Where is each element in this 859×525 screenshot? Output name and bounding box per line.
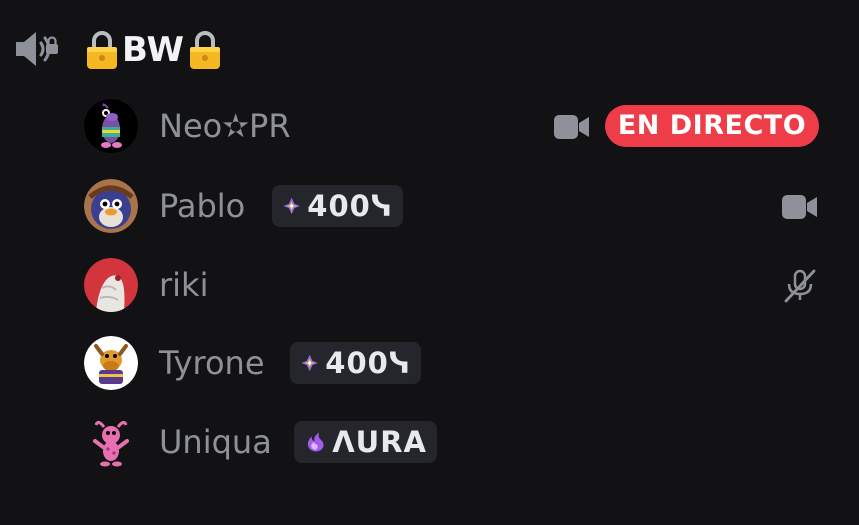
server-tag-badge[interactable]: ΛURA <box>294 421 437 463</box>
camera-icon <box>780 189 820 225</box>
camera-icon <box>552 109 592 145</box>
member-name: Uniqua <box>159 423 272 461</box>
member-name: Pablo <box>159 187 246 225</box>
voice-member-row[interactable]: Neo✫PR EN DIRECTO <box>82 97 842 155</box>
channel-name: BW <box>84 28 223 72</box>
sparkle-gem-icon <box>283 197 300 215</box>
member-name: riki <box>159 266 209 304</box>
purple-flame-icon <box>307 432 324 452</box>
sparkle-gem-icon <box>301 354 318 372</box>
voice-member-row[interactable]: riki <box>82 256 842 314</box>
mic-muted-icon <box>780 268 820 304</box>
voice-member-row[interactable]: Pablo 400ᓭ <box>82 177 842 235</box>
badge-label: 400ᓭ <box>325 346 411 380</box>
avatar[interactable] <box>84 99 138 153</box>
badge-label: 400ᓭ <box>307 189 393 223</box>
channel-title: BW <box>122 30 185 70</box>
voice-member-row[interactable]: Uniqua ΛURA <box>82 413 842 471</box>
badge-label: ΛURA <box>332 425 427 459</box>
lock-icon <box>187 28 223 72</box>
avatar[interactable] <box>84 258 138 312</box>
avatar[interactable] <box>84 336 138 390</box>
voice-channel-header[interactable]: BW <box>0 22 859 76</box>
member-name: Neo✫PR <box>159 107 291 145</box>
lock-icon <box>84 28 120 72</box>
voice-channel-panel: BW Neo✫PR EN DIRECTO Pablo 400ᓭ riki Tyr… <box>0 0 859 525</box>
voice-member-row[interactable]: Tyrone 400ᓭ <box>82 334 842 392</box>
avatar[interactable] <box>84 179 138 233</box>
member-name: Tyrone <box>159 344 265 382</box>
server-tag-badge[interactable]: 400ᓭ <box>272 185 403 227</box>
live-badge[interactable]: EN DIRECTO <box>605 105 819 147</box>
server-tag-badge[interactable]: 400ᓭ <box>290 342 421 384</box>
avatar[interactable] <box>84 415 138 469</box>
speaker-locked-icon <box>12 26 60 72</box>
